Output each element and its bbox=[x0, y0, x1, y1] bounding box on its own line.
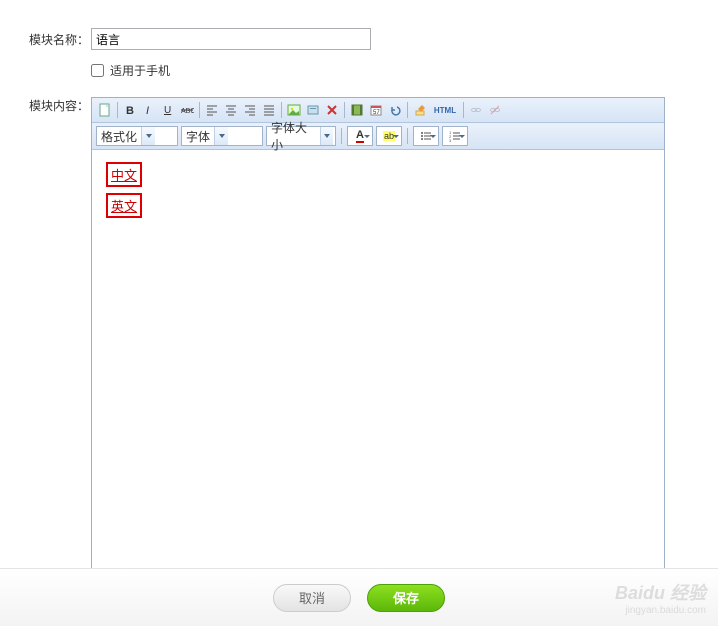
font-dropdown[interactable]: 字体 bbox=[181, 126, 263, 146]
align-center-icon[interactable] bbox=[222, 101, 240, 119]
italic-icon[interactable]: I bbox=[140, 101, 158, 119]
content-link-english[interactable]: 英文 bbox=[106, 193, 142, 218]
separator bbox=[407, 128, 408, 144]
svg-text:ABC: ABC bbox=[181, 108, 194, 115]
bullet-list-button[interactable] bbox=[413, 126, 439, 146]
mobile-checkbox-label: 适用于手机 bbox=[110, 62, 170, 79]
cancel-button[interactable]: 取消 bbox=[273, 584, 351, 612]
bold-icon[interactable]: B bbox=[121, 101, 139, 119]
unlink-icon[interactable] bbox=[486, 101, 504, 119]
undo-icon[interactable] bbox=[386, 101, 404, 119]
separator bbox=[281, 102, 282, 118]
align-justify-icon[interactable] bbox=[260, 101, 278, 119]
separator bbox=[344, 102, 345, 118]
chevron-down-icon bbox=[141, 127, 155, 145]
separator bbox=[117, 102, 118, 118]
rich-text-editor: B I U ABC 57 HTML 格式化 字体 bbox=[91, 97, 665, 571]
editor-toolbar-2: 格式化 字体 字体大小 A ab 123 bbox=[92, 123, 664, 150]
module-content-label: 模块内容： bbox=[25, 97, 89, 114]
svg-text:B: B bbox=[126, 105, 134, 117]
align-left-icon[interactable] bbox=[203, 101, 221, 119]
font-color-icon: A bbox=[356, 129, 364, 143]
number-list-button[interactable]: 123 bbox=[442, 126, 468, 146]
calendar-icon[interactable]: 57 bbox=[367, 101, 385, 119]
chevron-down-icon bbox=[214, 127, 228, 145]
clear-icon[interactable] bbox=[323, 101, 341, 119]
image-icon[interactable] bbox=[285, 101, 303, 119]
svg-text:3: 3 bbox=[449, 138, 452, 142]
fontsize-dropdown[interactable]: 字体大小 bbox=[266, 126, 336, 146]
chevron-down-icon bbox=[393, 135, 399, 138]
chevron-down-icon bbox=[459, 135, 465, 138]
mobile-checkbox[interactable] bbox=[91, 64, 104, 77]
strikethrough-icon[interactable]: ABC bbox=[178, 101, 196, 119]
svg-text:U: U bbox=[164, 105, 171, 116]
pencil-icon[interactable] bbox=[411, 101, 429, 119]
svg-text:57: 57 bbox=[373, 110, 380, 116]
separator bbox=[407, 102, 408, 118]
module-name-input[interactable] bbox=[91, 28, 371, 50]
highlight-button[interactable]: ab bbox=[376, 126, 402, 146]
content-link-chinese[interactable]: 中文 bbox=[106, 162, 142, 187]
action-bar: 取消 保存 bbox=[0, 568, 718, 626]
underline-icon[interactable]: U bbox=[159, 101, 177, 119]
new-page-icon[interactable] bbox=[96, 101, 114, 119]
separator bbox=[199, 102, 200, 118]
format-dropdown-label: 格式化 bbox=[101, 128, 137, 145]
film-icon[interactable] bbox=[348, 101, 366, 119]
separator bbox=[463, 102, 464, 118]
chevron-down-icon bbox=[320, 127, 333, 145]
separator bbox=[341, 128, 342, 144]
font-color-button[interactable]: A bbox=[347, 126, 373, 146]
svg-text:I: I bbox=[146, 105, 149, 117]
format-dropdown[interactable]: 格式化 bbox=[96, 126, 178, 146]
fontsize-dropdown-label: 字体大小 bbox=[271, 119, 316, 153]
attachment-icon[interactable] bbox=[304, 101, 322, 119]
align-right-icon[interactable] bbox=[241, 101, 259, 119]
editor-toolbar-1: B I U ABC 57 HTML bbox=[92, 98, 664, 123]
save-button[interactable]: 保存 bbox=[367, 584, 445, 612]
module-name-label: 模块名称： bbox=[25, 31, 89, 48]
chevron-down-icon bbox=[364, 135, 370, 138]
html-source-icon[interactable]: HTML bbox=[430, 101, 460, 119]
editor-content-area[interactable]: 中文 英文 bbox=[92, 150, 664, 570]
font-dropdown-label: 字体 bbox=[186, 128, 210, 145]
link-icon[interactable] bbox=[467, 101, 485, 119]
chevron-down-icon bbox=[430, 135, 436, 138]
